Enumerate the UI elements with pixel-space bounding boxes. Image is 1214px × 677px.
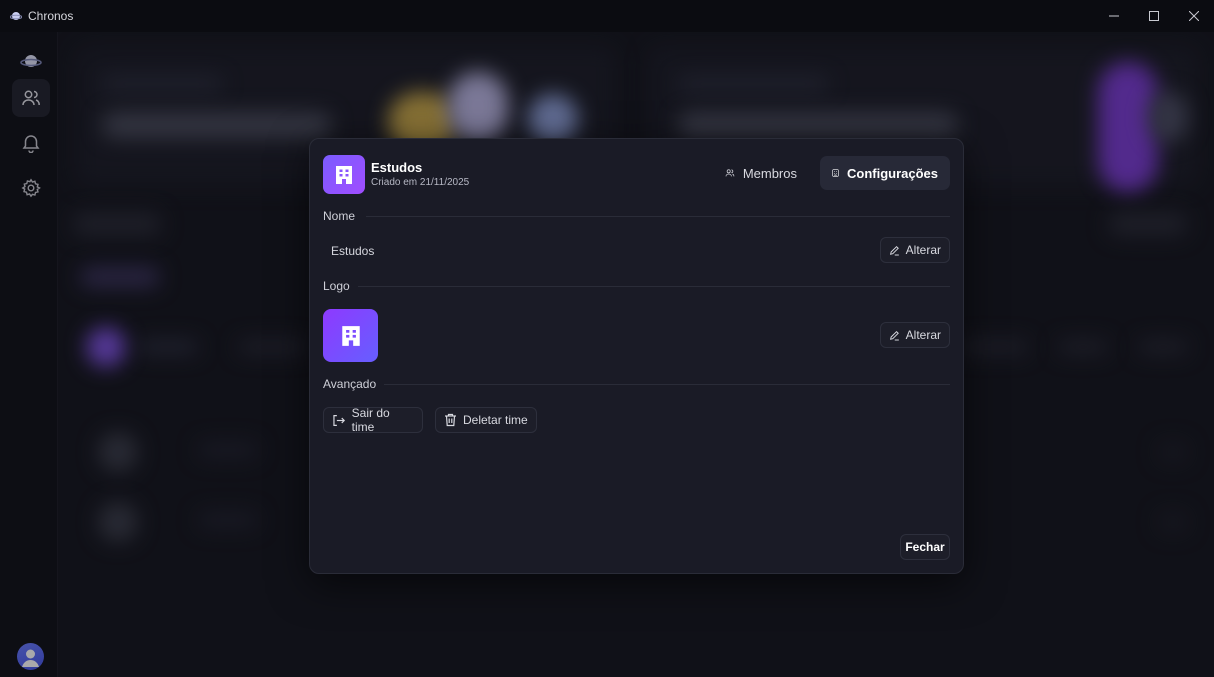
divider [358,286,950,287]
pencil-icon [889,330,899,341]
users-icon [725,169,735,177]
title-bar: Chronos [0,0,1214,32]
team-logo-small [323,155,365,194]
tab-settings-label: Configurações [846,165,938,181]
change-logo-button[interactable]: Alterar [880,322,950,348]
tab-settings[interactable]: Configurações [820,156,950,190]
team-name-value: Estudos [331,244,375,258]
tab-members[interactable]: Membros [713,156,809,190]
maximize-icon [1149,11,1159,21]
team-settings-modal: Estudos Criado em 21/11/2025 Membros Con… [309,138,964,574]
divider [384,384,950,385]
tab-members-label: Membros [742,165,797,181]
section-title-name: Nome [323,209,356,223]
team-created-date: Criado em 21/11/2025 [371,177,470,188]
building-icon [341,325,360,346]
trash-icon [445,413,456,427]
maximize-button[interactable] [1134,0,1174,32]
section-title-logo: Logo [323,279,350,293]
building-icon [336,165,352,184]
delete-team-label: Deletar time [463,413,528,427]
minimize-icon [1109,15,1119,17]
close-icon [1189,11,1199,21]
leave-team-label: Sair do time [351,406,390,434]
app-window: Chronos Estudos Criado em 21/11/2025 Mem… [0,0,1214,677]
change-logo-label: Alterar [905,328,941,342]
change-name-label: Alterar [905,243,941,257]
team-name: Estudos [371,160,423,175]
pencil-icon [889,245,899,256]
team-logo-preview [323,309,378,362]
section-title-advanced: Avançado [323,377,377,391]
window-controls [1094,0,1214,32]
exit-icon [333,414,346,426]
planet-logo-icon [10,10,22,22]
delete-team-button[interactable]: Deletar time [435,407,537,433]
divider [366,216,950,217]
close-window-button[interactable] [1174,0,1214,32]
building-icon [832,169,839,177]
leave-team-button[interactable]: Sair do time [323,406,423,434]
app-title-text: Chronos [28,9,74,23]
minimize-button[interactable] [1094,0,1134,32]
close-modal-button[interactable]: Fechar [900,534,950,560]
change-name-button[interactable]: Alterar [880,237,950,263]
app-title: Chronos [0,9,73,23]
